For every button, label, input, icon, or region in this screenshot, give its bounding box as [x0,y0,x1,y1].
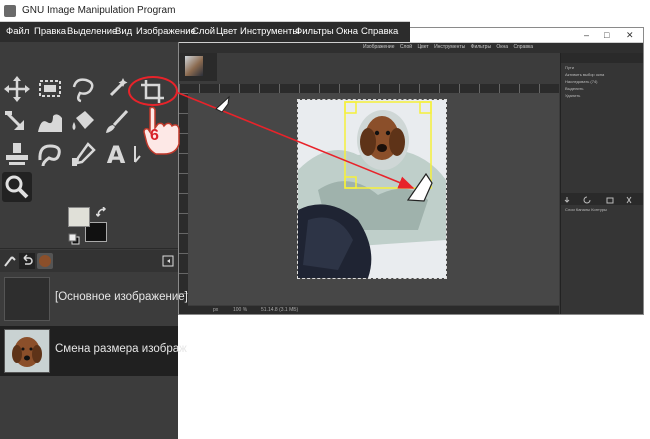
menu-edit[interactable]: Правка [34,26,66,37]
menu-image[interactable]: Изображение [136,26,196,37]
window-title: GNU Image Manipulation Program [22,5,176,16]
menu-filters[interactable]: Фильтры [295,26,334,37]
window-titlebar: GNU Image Manipulation Program [0,0,410,22]
crop-cursor-icon [215,95,230,113]
menu-windows[interactable]: Окна [336,26,358,37]
gimp-app-icon [4,5,16,17]
menu-layer[interactable]: Слой [192,26,215,37]
main-menubar: Файл Правка Выделение Вид Изображение Сл… [0,22,410,42]
annotation-arrow [175,91,433,202]
menu-help[interactable]: Справка [361,26,398,37]
menu-select[interactable]: Выделение [67,26,117,37]
menu-view[interactable]: Вид [115,26,132,37]
menu-tools[interactable]: Инструменты [240,26,299,37]
menu-file[interactable]: Файл [6,26,29,37]
menu-color[interactable]: Цвет [216,26,237,37]
